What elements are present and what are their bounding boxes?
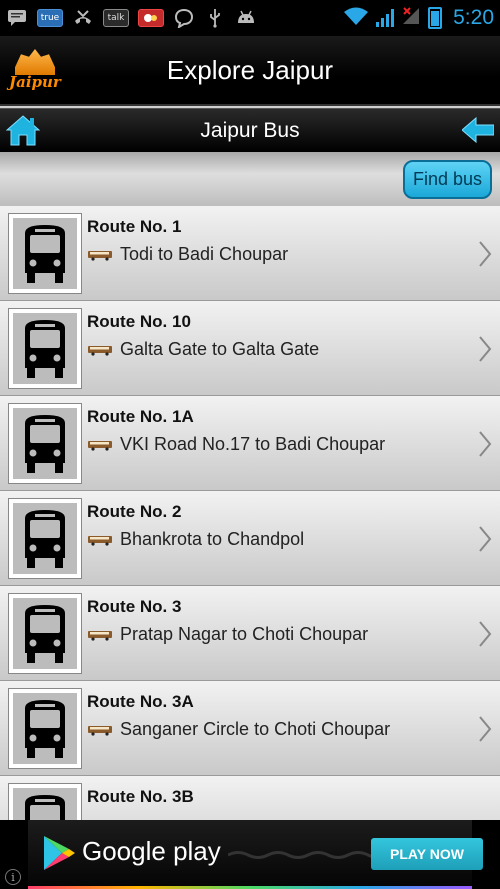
bus-thumbnail [8,308,82,389]
route-desc-text: Sanganer Circle to Choti Choupar [120,719,391,739]
page-header: Jaipur Bus [0,108,500,152]
bus-thumbnail [8,688,82,769]
route-number: Route No. 3B [87,787,194,806]
chevron-right-icon [479,431,492,457]
clock: 5:20 [453,6,494,29]
route-number: Route No. 1 [87,217,182,236]
mini-bus-icon [88,535,112,546]
route-number: Route No. 1A [87,407,194,426]
chevron-right-icon [479,241,492,267]
mini-bus-icon [88,630,112,641]
route-desc-text: Pratap Nagar to Choti Choupar [120,624,369,644]
chevron-right-icon [479,621,492,647]
usb-icon [204,8,226,28]
route-description: Sanganer Circle to Choti Choupar [87,719,390,740]
route-list: Route No. 1 Todi to Badi Choupar Route N… [0,206,500,871]
message-icon [6,8,28,28]
find-bus-button[interactable]: Find bus [402,160,492,199]
bus-thumbnail [8,593,82,674]
route-desc-text: VKI Road No.17 to Badi Choupar [120,434,386,454]
bus-thumbnail [8,213,82,294]
truecaller-icon: true [37,9,63,27]
no-signal-icon [401,6,421,30]
route-number: Route No. 10 [87,312,191,331]
bus-icon [25,224,65,283]
mini-bus-icon [88,440,112,451]
bus-icon [25,699,65,758]
chat-bubble-icon [173,8,195,28]
route-item[interactable]: Route No. 2 Bhankrota to Chandpol [0,491,500,586]
route-description: Bhankrota to Chandpol [87,529,304,550]
route-item[interactable]: Route No. 3 Pratap Nagar to Choti Choupa… [0,586,500,681]
missed-call-icon [72,8,94,28]
ad-brand-text: Google play [82,836,221,866]
route-item[interactable]: Route No. 1A VKI Road No.17 to Badi Chou… [0,396,500,491]
notification-icons: true talk [6,8,257,28]
route-description: VKI Road No.17 to Badi Choupar [87,434,385,455]
screen: true talk 5:20 Jaipur Explore Jaipur Jai… [0,0,500,889]
page-title: Jaipur Bus [200,118,300,142]
app-header: Jaipur Explore Jaipur [0,36,500,106]
route-item[interactable]: Route No. 3A Sanganer Circle to Choti Ch… [0,681,500,776]
app-title: Explore Jaipur [166,54,334,85]
chevron-right-icon [479,716,492,742]
route-number: Route No. 3 [87,597,182,616]
route-desc-text: Todi to Badi Choupar [120,244,289,264]
battery-icon [428,7,443,29]
route-item[interactable]: Route No. 10 Galta Gate to Galta Gate [0,301,500,396]
route-item[interactable]: Route No. 1 Todi to Badi Choupar [0,206,500,301]
chevron-right-icon [479,336,492,362]
bus-thumbnail [8,498,82,579]
mini-bus-icon [88,345,112,356]
bus-icon [25,509,65,568]
status-bar: true talk 5:20 [0,0,500,36]
mini-bus-icon [88,250,112,261]
bus-icon [25,604,65,663]
game-icon [138,9,164,27]
bus-icon [25,414,65,473]
bus-icon [25,319,65,378]
filter-bar: Find bus [0,152,500,206]
mini-bus-icon [88,725,112,736]
ad-decoration [228,851,388,859]
route-description: Pratap Nagar to Choti Choupar [87,624,368,645]
info-icon[interactable]: i [5,869,21,885]
play-now-button[interactable]: PLAY NOW [371,838,483,870]
android-icon [235,8,257,28]
route-desc-text: Bhankrota to Chandpol [120,529,305,549]
system-icons: 5:20 [343,6,494,30]
route-number: Route No. 2 [87,502,182,521]
signal-icon [376,9,395,27]
talk-icon: talk [103,9,129,27]
route-description: Todi to Badi Choupar [87,244,288,265]
route-description: Galta Gate to Galta Gate [87,339,319,360]
back-arrow-icon[interactable] [461,116,495,144]
route-desc-text: Galta Gate to Galta Gate [120,339,320,359]
bus-thumbnail [8,403,82,484]
ad-banner[interactable]: i Google play PLAY NOW [0,820,500,889]
wifi-icon [343,6,369,30]
google-play-icon [44,836,75,870]
chevron-right-icon [479,526,492,552]
route-number: Route No. 3A [87,692,194,711]
ad-content[interactable]: Google play PLAY NOW [28,820,483,889]
